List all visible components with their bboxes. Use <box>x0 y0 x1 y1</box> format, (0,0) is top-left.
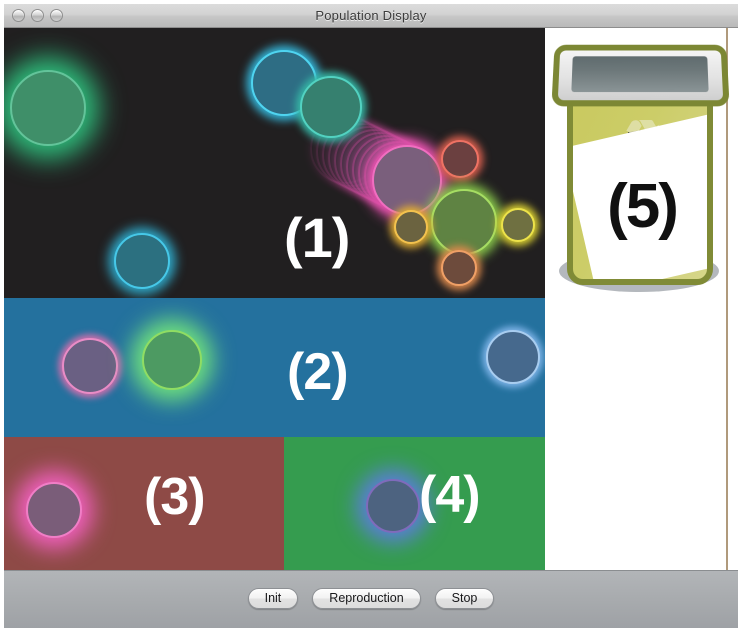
population-canvas[interactable]: (1) (2) (3) (4) ♻ (5) <box>4 28 738 570</box>
cell-orange-bottom[interactable] <box>441 250 477 286</box>
bottom-toolbar: Init Reproduction Stop <box>4 570 738 628</box>
bin-lid-opening <box>571 56 709 93</box>
window-title: Population Display <box>315 8 427 23</box>
stop-button[interactable]: Stop <box>434 588 495 609</box>
init-button[interactable]: Init <box>247 588 299 609</box>
cell-green-b2[interactable] <box>142 330 202 390</box>
region-1-label: (1) <box>284 206 350 269</box>
region-5-trash-panel[interactable]: ♻ (5) <box>545 28 738 570</box>
application-window: Population Display (1) (2) (3) (4) ♻ (5) <box>0 0 742 640</box>
cell-green-left[interactable] <box>10 70 86 146</box>
region-4-label: (4) <box>419 466 481 524</box>
trash-bin-icon[interactable]: ♻ (5) <box>551 38 730 303</box>
cell-purple-r1[interactable] <box>26 482 82 538</box>
cell-cyan-lower-left[interactable] <box>114 233 170 289</box>
cell-blue-g1[interactable] <box>366 479 420 533</box>
region-3-label: (3) <box>144 468 206 526</box>
bin-lid <box>551 44 730 107</box>
region-2-label: (2) <box>287 343 349 401</box>
reproduction-button[interactable]: Reproduction <box>312 588 421 609</box>
cell-lime-large[interactable] <box>431 189 497 255</box>
cell-salmon[interactable] <box>441 140 479 178</box>
toolbar-button-row: Init Reproduction Stop <box>4 588 738 609</box>
cell-purple-b1[interactable] <box>62 338 118 394</box>
cell-blue-b3[interactable] <box>486 330 540 384</box>
cell-pink-moving[interactable] <box>372 145 442 215</box>
window-titlebar: Population Display <box>0 4 742 28</box>
cell-gold-left[interactable] <box>394 210 428 244</box>
region-3-red[interactable]: (3) <box>4 437 284 570</box>
cell-teal-top[interactable] <box>300 76 362 138</box>
cell-yellow-right[interactable] <box>501 208 535 242</box>
region-5-label: (5) <box>607 172 679 241</box>
